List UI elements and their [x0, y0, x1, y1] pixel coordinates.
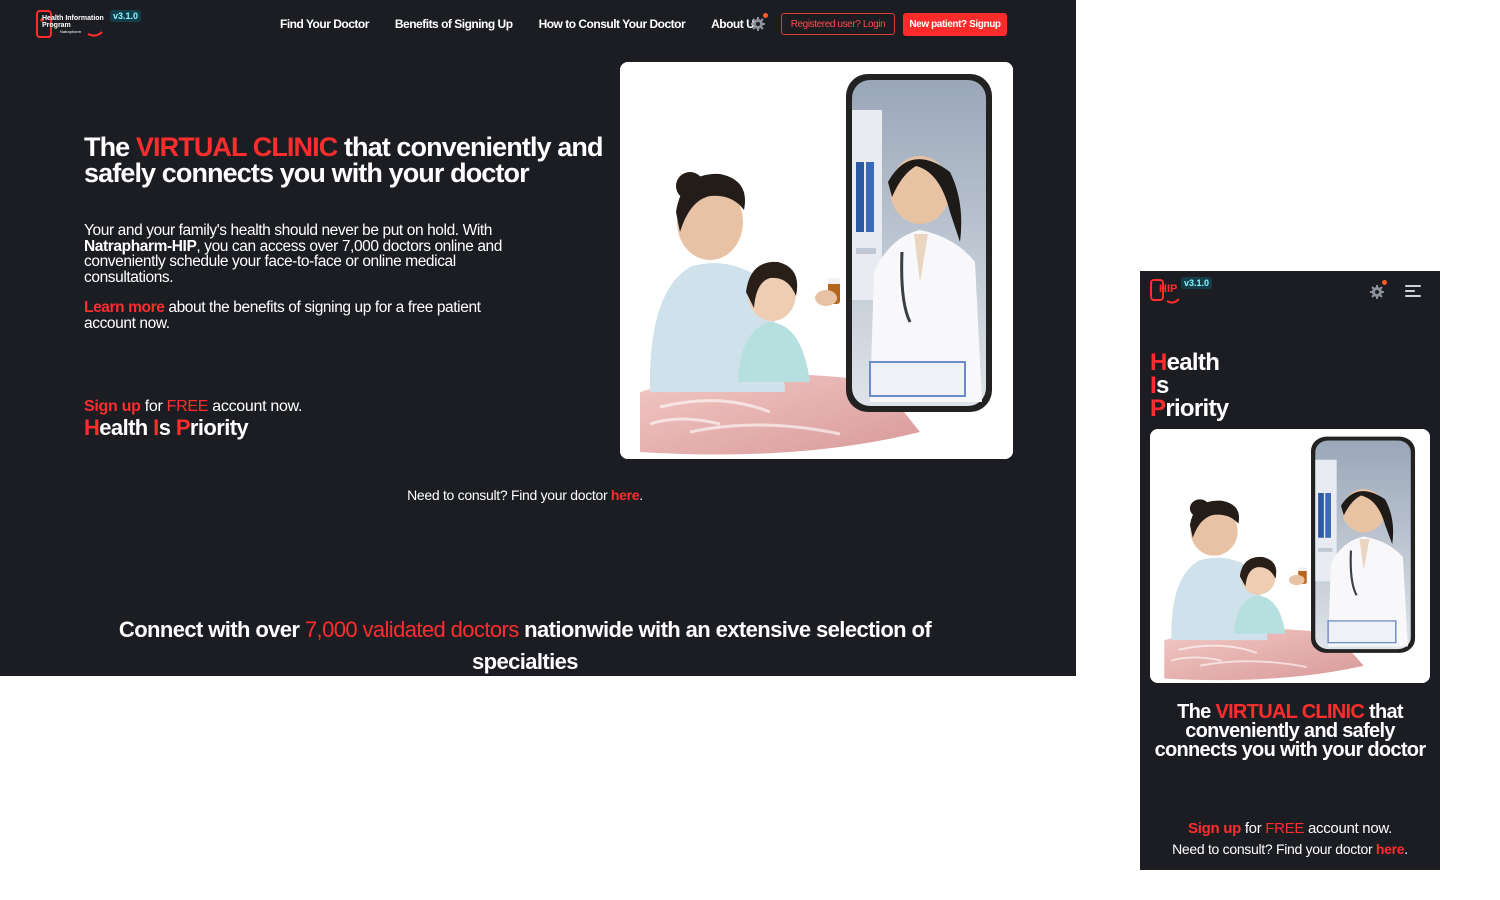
signup-button[interactable]: New patient? Signup: [903, 13, 1007, 36]
login-button[interactable]: Registered user? Login: [781, 13, 895, 35]
mobile-logo[interactable]: HIP v3.1.0: [1149, 277, 1219, 305]
consult-period: .: [639, 487, 643, 503]
consult-prompt: Need to consult? Find your doctor here.: [0, 487, 1050, 503]
connect-post: nationwide with an extensive selection o…: [472, 617, 932, 674]
settings-button[interactable]: [750, 13, 768, 32]
settings-button[interactable]: [1369, 280, 1387, 300]
signup-rest: account now.: [212, 398, 303, 415]
signup-prompt: Sign up for FREE account now.: [84, 398, 302, 416]
top-nav: Find Your Doctor Benefits of Signing Up …: [280, 17, 761, 31]
signup-free: FREE: [1265, 820, 1305, 837]
logo-line-1: Health Information: [42, 15, 104, 22]
nav-find-your-doctor[interactable]: Find Your Doctor: [280, 17, 369, 31]
hero-lead: Your and your family's health should nev…: [84, 223, 534, 285]
learn-more-paragraph: Learn more about the benefits of signing…: [84, 300, 524, 331]
signup-prompt: Sign up for FREE account now.: [1140, 820, 1440, 837]
signup-for: for: [144, 398, 163, 415]
hero-headline: The VIRTUAL CLINIC that conveniently and…: [1146, 702, 1434, 760]
desktop-view: Health Information Program Natrapharm v3…: [0, 0, 1076, 676]
logo-short: HIP: [1159, 283, 1178, 295]
signup-rest: account now.: [1307, 820, 1392, 837]
mobile-view: HIP v3.1.0 Health Is Priority The VIRTUA…: [1140, 271, 1440, 870]
health-is-priority-tagline: Health Is Priority: [1150, 349, 1229, 422]
learn-more-link[interactable]: Learn more: [84, 299, 165, 316]
signup-link[interactable]: Sign up: [84, 398, 141, 415]
hamburger-menu-icon[interactable]: [1405, 285, 1421, 299]
tag-h: H: [84, 415, 100, 440]
tag-riority: riority: [189, 415, 249, 440]
tag-p: P: [175, 415, 191, 440]
hero-headline: The VIRTUAL CLINIC that conveniently and…: [84, 134, 604, 187]
site-logo[interactable]: Health Information Program Natrapharm v3…: [36, 10, 146, 40]
clinic-illustration: [620, 62, 1013, 459]
consult-here-link[interactable]: here: [1376, 841, 1405, 857]
version-badge: v3.1.0: [110, 10, 142, 22]
consult-text: Need to consult? Find your doctor: [1172, 841, 1373, 857]
lead-pre: Your and your family's health should nev…: [84, 222, 493, 239]
clinic-illustration: [1150, 429, 1430, 683]
gear-icon: [751, 17, 765, 31]
logo-sub: Natrapharm: [60, 29, 82, 34]
signup-for: for: [1244, 820, 1262, 837]
connect-pre: Connect with over: [118, 617, 300, 642]
signup-free: FREE: [166, 398, 209, 415]
tag-ealth: ealth: [99, 415, 148, 440]
health-is-priority-tagline: Health Is Priority: [84, 415, 249, 441]
gear-icon: [1370, 285, 1384, 299]
logo-line-2: Program: [42, 22, 71, 29]
consult-period: .: [1404, 841, 1408, 857]
tag-s: s: [158, 415, 171, 440]
lead-brand: Natrapharm-HIP: [84, 237, 197, 255]
signup-link[interactable]: Sign up: [1188, 820, 1241, 837]
tag-ealth: ealth: [1166, 349, 1220, 376]
tag-line-is: Is: [1150, 374, 1228, 398]
tag-line-health: Health: [1150, 349, 1228, 376]
tag-line-priority: Priority: [1150, 395, 1229, 422]
consult-here-link[interactable]: here: [611, 487, 640, 503]
notification-dot-icon: [763, 13, 768, 18]
consult-text: Need to consult? Find your doctor: [407, 487, 608, 503]
notification-dot-icon: [1382, 280, 1387, 285]
hero-image: [1150, 429, 1430, 683]
tag-riority: riority: [1165, 395, 1229, 422]
connect-highlight: 7,000 validated doctors: [304, 617, 519, 642]
connect-heading: Connect with over 7,000 validated doctor…: [90, 614, 960, 676]
version-badge: v3.1.0: [1181, 277, 1213, 289]
tag-p: P: [1150, 395, 1166, 422]
hero-image: [620, 62, 1013, 459]
nav-how-to-consult[interactable]: How to Consult Your Doctor: [539, 17, 686, 31]
consult-prompt: Need to consult? Find your doctor here.: [1140, 841, 1440, 857]
nav-benefits[interactable]: Benefits of Signing Up: [395, 17, 513, 31]
